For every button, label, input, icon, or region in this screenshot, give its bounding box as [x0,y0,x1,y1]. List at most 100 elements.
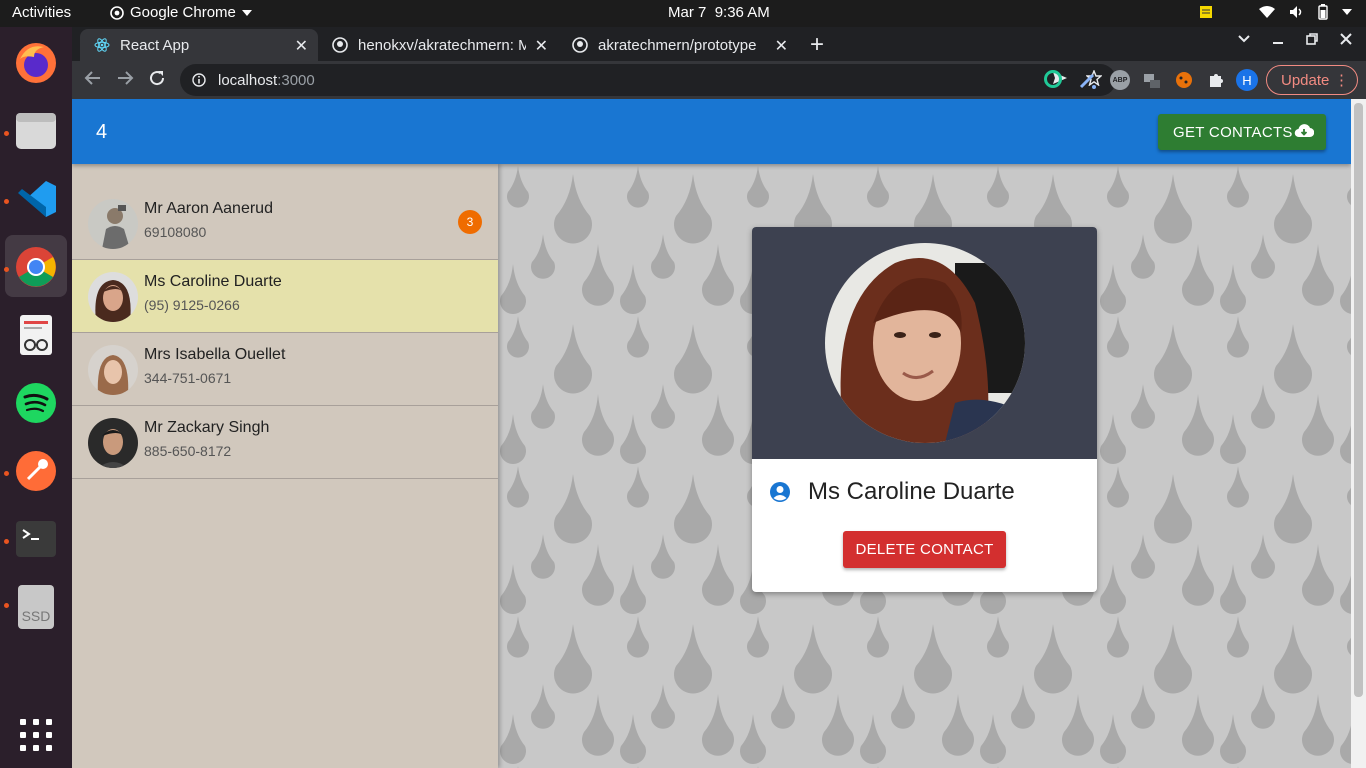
system-menu-chevron-icon [1342,9,1352,15]
postman-running-dot [4,471,9,476]
files-running-dot [4,131,9,136]
chrome-small-icon [110,5,124,20]
extension-cookie-icon[interactable] [1174,70,1194,90]
ssd-running-dot [4,603,9,608]
scrollbar-thumb[interactable] [1354,103,1363,697]
contact-list-item[interactable]: Mr Zackary Singh 885-650-8172 [72,406,498,479]
close-window-icon[interactable] [1340,33,1352,45]
avatar [88,199,138,249]
battery-icon [1318,4,1328,20]
github-icon [572,37,588,53]
chrome-window: React App ✕ henokxv/akratechmern: M ✕ ak… [72,27,1366,768]
forward-icon[interactable] [116,69,134,92]
tab-strip: React App ✕ henokxv/akratechmern: M ✕ ak… [72,27,1366,61]
tab-search-chevron-icon[interactable] [1238,35,1250,43]
url-text: localhost:3000 [218,72,315,89]
tab-title: henokxv/akratechmern: M [358,36,526,54]
site-info-icon[interactable] [192,73,206,87]
extensions-puzzle-icon[interactable] [1206,70,1226,90]
notification-badge: 3 [458,210,482,234]
page-scrollbar[interactable] [1351,99,1366,768]
cloud-download-icon [1294,124,1314,138]
contact-phone: (95) 9125-0266 [144,297,240,313]
adblock-icon[interactable]: ABP [1110,70,1130,90]
get-contacts-button[interactable]: GET CONTACTS [1158,114,1326,150]
avatar [88,272,138,322]
reload-icon[interactable] [148,69,166,92]
app-menu-label: Google Chrome [130,4,236,21]
contact-photo [825,243,1025,443]
clock-date: Mar 7 [668,4,707,21]
firefox-icon[interactable] [14,41,58,85]
browser-toolbar: localhost:3000 ABP H Update ⋮ [72,61,1366,99]
update-label: Update [1281,71,1330,89]
contact-phone: 344-751-0671 [144,370,232,386]
spotify-icon[interactable] [14,381,58,425]
close-tab-icon[interactable]: ✕ [535,36,548,56]
url-host: localhost [218,71,278,89]
avatar [88,345,138,395]
contact-detail-card: Ms Caroline Duarte DELETE CONTACT [752,227,1097,592]
tab-github-1[interactable]: henokxv/akratechmern: M ✕ [318,29,558,61]
url-port: :3000 [277,71,315,89]
document-viewer-icon[interactable] [14,313,58,357]
app-menu[interactable]: Google Chrome [110,4,252,21]
terminal-icon[interactable] [14,517,58,561]
github-icon [332,37,348,53]
extension-pen-icon[interactable] [1078,70,1098,90]
restore-icon[interactable] [1306,33,1318,45]
postman-icon[interactable] [14,449,58,493]
avatar [88,418,138,468]
back-icon[interactable] [84,69,102,92]
clock[interactable]: Mar 7 9:36 AM [668,4,770,21]
account-circle-icon [770,482,790,502]
tab-title: akratechmern/prototype [598,36,757,54]
contact-count: 4 [96,121,108,143]
chevron-down-icon [241,9,252,16]
activities-button[interactable]: Activities [12,4,71,21]
contact-list-item[interactable]: Mr Aaron Aanerud 69108080 3 [72,187,498,260]
contact-name: Mr Zackary Singh [144,419,270,436]
address-bar[interactable]: localhost:3000 [180,64,1116,96]
vscode-running-dot [4,199,9,204]
contact-name: Mrs Isabella Ouellet [144,346,286,363]
window-controls [1238,33,1352,45]
tab-title: React App [120,36,190,54]
page-viewport: 4 GET CONTACTS Mr Aaron Aanerud 69108080… [72,99,1351,768]
chrome-icon[interactable] [14,245,58,289]
delete-contact-button[interactable]: DELETE CONTACT [843,531,1006,568]
app-grid-icon[interactable] [14,713,58,757]
system-top-bar: Activities Google Chrome Mar 7 9:36 AM [0,0,1366,27]
card-media [752,227,1097,459]
files-icon[interactable] [14,109,58,153]
minimize-icon[interactable] [1272,33,1284,45]
contact-list-item[interactable]: Mrs Isabella Ouellet 344-751-0671 [72,333,498,406]
close-tab-icon[interactable]: ✕ [295,36,308,56]
profile-avatar[interactable]: H [1236,69,1258,91]
contact-detail-name: Ms Caroline Duarte [808,478,1015,505]
update-button[interactable]: Update ⋮ [1266,65,1358,95]
contact-list-item[interactable]: Ms Caroline Duarte (95) 9125-0266 [72,260,498,333]
system-tray[interactable] [1199,4,1352,20]
tab-react-app[interactable]: React App ✕ [80,29,318,61]
vscode-icon[interactable] [14,177,58,221]
ssd-label: SSD [22,608,51,624]
extension-target-icon[interactable] [1044,70,1062,88]
contact-list: Mr Aaron Aanerud 69108080 3 Ms Caroline … [72,164,498,768]
more-menu-icon[interactable]: ⋮ [1334,71,1349,89]
clock-time: 9:36 AM [714,4,770,21]
volume-icon [1290,6,1302,18]
ssd-drive-icon[interactable]: SSD [14,585,58,629]
new-tab-icon[interactable]: + [810,31,824,59]
chrome-running-dot [4,267,9,272]
get-contacts-label: GET CONTACTS [1173,123,1293,141]
contact-name: Mr Aaron Aanerud [144,200,273,217]
terminal-running-dot [4,539,9,544]
notes-indicator-icon [1200,6,1212,18]
extension-puzzle-gray-icon[interactable] [1142,70,1162,90]
tab-github-2[interactable]: akratechmern/prototype ✕ [558,29,798,61]
app-bar: 4 GET CONTACTS [72,99,1351,164]
close-tab-icon[interactable]: ✕ [775,36,788,56]
dock: SSD [0,27,72,768]
contact-phone: 885-650-8172 [144,443,232,459]
